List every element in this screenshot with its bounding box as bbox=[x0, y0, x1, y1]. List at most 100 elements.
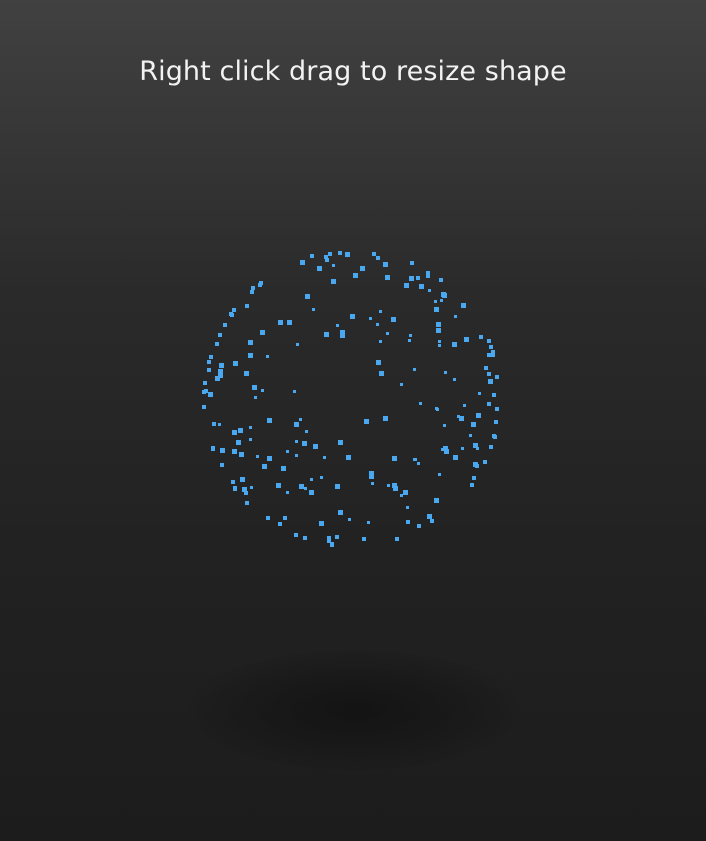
particle bbox=[244, 491, 249, 496]
particle bbox=[278, 319, 284, 325]
particle bbox=[444, 371, 448, 374]
particle bbox=[232, 307, 237, 312]
particle bbox=[469, 433, 473, 437]
particle bbox=[418, 283, 424, 289]
particle bbox=[323, 456, 327, 460]
particle bbox=[239, 452, 244, 457]
particle bbox=[495, 375, 500, 380]
particle bbox=[385, 274, 391, 280]
particle bbox=[488, 344, 493, 349]
particle bbox=[451, 342, 457, 347]
particle bbox=[281, 466, 287, 472]
particle bbox=[383, 416, 389, 422]
particle bbox=[212, 421, 217, 426]
particle bbox=[472, 475, 477, 480]
particle bbox=[312, 307, 315, 311]
particle bbox=[283, 516, 288, 521]
particle bbox=[364, 419, 370, 425]
particle bbox=[275, 482, 281, 488]
particle bbox=[366, 521, 370, 525]
particle bbox=[292, 389, 296, 393]
particle bbox=[435, 327, 441, 333]
particle bbox=[277, 521, 282, 526]
particle bbox=[219, 463, 224, 468]
particle bbox=[469, 483, 474, 488]
particle bbox=[394, 536, 399, 541]
particle bbox=[378, 310, 382, 314]
particle bbox=[353, 273, 359, 279]
particle bbox=[202, 404, 207, 409]
particle bbox=[265, 516, 270, 521]
particle bbox=[360, 266, 366, 272]
particle bbox=[435, 322, 441, 328]
particle bbox=[376, 255, 380, 260]
particle bbox=[266, 455, 272, 461]
particle bbox=[368, 474, 374, 479]
particle bbox=[440, 292, 446, 298]
particle bbox=[228, 312, 233, 317]
particle bbox=[331, 264, 335, 268]
particle bbox=[405, 519, 410, 524]
particle bbox=[487, 352, 492, 357]
particle bbox=[349, 314, 355, 320]
particle bbox=[433, 299, 437, 303]
particle bbox=[376, 360, 381, 365]
particle bbox=[439, 278, 443, 283]
particle bbox=[443, 423, 447, 427]
particle bbox=[370, 481, 374, 485]
particle bbox=[214, 341, 219, 346]
particle bbox=[418, 401, 422, 405]
particle bbox=[299, 484, 305, 490]
particle bbox=[253, 396, 257, 400]
particle bbox=[295, 454, 299, 458]
particle bbox=[302, 441, 307, 447]
particle bbox=[483, 460, 487, 465]
particle bbox=[415, 276, 420, 281]
particle bbox=[336, 323, 340, 327]
particle bbox=[378, 339, 382, 343]
particle bbox=[244, 304, 249, 309]
particle bbox=[417, 524, 422, 529]
particle bbox=[218, 372, 224, 378]
particle bbox=[232, 448, 238, 454]
particle bbox=[250, 290, 255, 295]
particle bbox=[471, 421, 477, 427]
particle bbox=[405, 506, 409, 510]
particle bbox=[232, 429, 237, 435]
particle bbox=[409, 276, 415, 282]
particle bbox=[346, 454, 351, 460]
particle bbox=[437, 344, 441, 348]
particle bbox=[316, 266, 322, 271]
particle bbox=[463, 336, 469, 342]
particle bbox=[245, 500, 250, 505]
particle bbox=[294, 440, 298, 443]
particle bbox=[434, 497, 440, 503]
particle bbox=[393, 485, 399, 491]
particle bbox=[220, 447, 225, 453]
particle bbox=[304, 294, 310, 300]
particle bbox=[479, 335, 484, 340]
particle bbox=[369, 316, 373, 320]
particle bbox=[460, 302, 466, 308]
particle bbox=[310, 254, 315, 259]
particle bbox=[489, 445, 494, 450]
particle bbox=[325, 257, 330, 262]
particle bbox=[235, 439, 241, 445]
particle bbox=[337, 250, 342, 255]
particle bbox=[344, 252, 350, 258]
particle bbox=[404, 282, 410, 288]
particle bbox=[494, 420, 499, 425]
particle-sphere-canvas[interactable] bbox=[0, 0, 706, 841]
particle bbox=[407, 338, 411, 342]
particle bbox=[412, 458, 416, 462]
particle bbox=[327, 252, 332, 257]
particle bbox=[337, 509, 343, 515]
particle bbox=[206, 359, 211, 364]
particle bbox=[375, 323, 379, 327]
particle bbox=[486, 402, 491, 407]
particle bbox=[251, 384, 257, 390]
particle bbox=[262, 464, 268, 469]
particle bbox=[238, 427, 244, 433]
particle bbox=[410, 260, 415, 265]
particle bbox=[265, 354, 269, 358]
